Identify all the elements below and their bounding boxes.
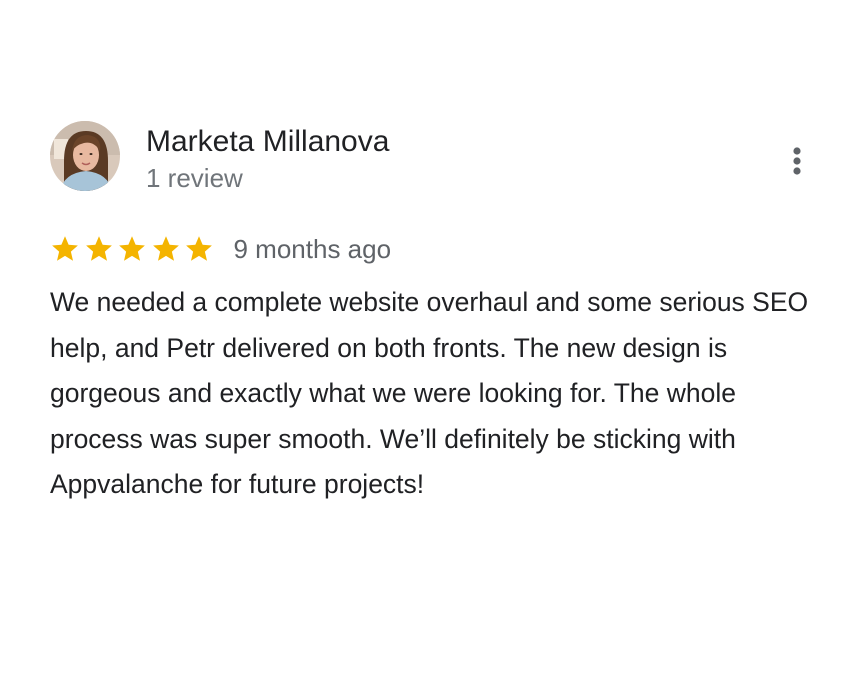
star-icon [52,236,78,261]
review-count: 1 review [146,163,243,193]
reviewer-name[interactable]: Marketa Millanova [146,124,389,160]
avatar-photo-icon [50,121,120,191]
star-icon [119,236,145,261]
star-icon [186,236,212,261]
review-card: Marketa Millanova 1 review 9 months ago … [0,0,850,700]
star-icon [85,236,112,261]
rating-row: 9 months ago [50,230,391,268]
more-options-button[interactable] [776,140,818,182]
reviewer-avatar[interactable] [50,121,120,191]
review-text: We needed a complete website overhaul an… [50,287,809,499]
more-vert-icon [793,147,801,175]
star-rating [50,234,218,264]
star-icon [152,236,179,261]
review-date: 9 months ago [233,234,392,264]
